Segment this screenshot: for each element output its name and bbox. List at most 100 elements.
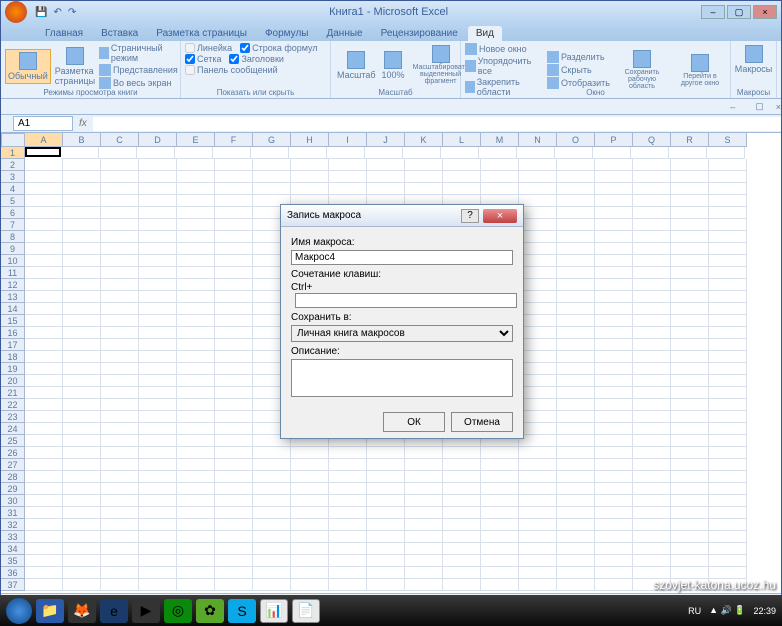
cell[interactable] <box>25 435 63 447</box>
row-header[interactable]: 24 <box>1 423 25 435</box>
cell[interactable] <box>139 279 177 291</box>
cell[interactable] <box>63 183 101 195</box>
cell[interactable] <box>25 471 63 483</box>
cell[interactable] <box>671 279 709 291</box>
cell[interactable] <box>633 399 671 411</box>
cell[interactable] <box>215 279 253 291</box>
cell[interactable] <box>101 531 139 543</box>
row-header[interactable]: 4 <box>1 183 25 195</box>
cell[interactable] <box>405 459 443 471</box>
cell[interactable] <box>595 459 633 471</box>
cell[interactable] <box>671 255 709 267</box>
cell[interactable] <box>671 435 709 447</box>
cell[interactable] <box>25 255 63 267</box>
cell[interactable] <box>709 315 747 327</box>
cell[interactable] <box>101 399 139 411</box>
cell[interactable] <box>709 495 747 507</box>
cell[interactable] <box>101 207 139 219</box>
tab-0[interactable]: Главная <box>37 26 91 41</box>
cell[interactable] <box>63 267 101 279</box>
cell[interactable] <box>595 483 633 495</box>
cell[interactable] <box>519 543 557 555</box>
cell[interactable] <box>25 459 63 471</box>
cell[interactable] <box>709 303 747 315</box>
cell[interactable] <box>139 327 177 339</box>
cell[interactable] <box>253 531 291 543</box>
cell[interactable] <box>671 423 709 435</box>
cell[interactable] <box>519 339 557 351</box>
cell[interactable] <box>633 423 671 435</box>
cell[interactable] <box>669 147 707 159</box>
cell[interactable] <box>329 567 367 579</box>
cell[interactable] <box>101 219 139 231</box>
cell[interactable] <box>215 291 253 303</box>
cell[interactable] <box>139 207 177 219</box>
cell[interactable] <box>177 195 215 207</box>
cell[interactable] <box>139 435 177 447</box>
cell[interactable] <box>405 495 443 507</box>
cell[interactable] <box>215 315 253 327</box>
row-header[interactable]: 36 <box>1 567 25 579</box>
cell[interactable] <box>481 171 519 183</box>
cell[interactable] <box>215 423 253 435</box>
cell[interactable] <box>215 159 253 171</box>
cell[interactable] <box>329 531 367 543</box>
cell[interactable] <box>709 375 747 387</box>
cell[interactable] <box>101 423 139 435</box>
cell[interactable] <box>595 291 633 303</box>
cell[interactable] <box>63 435 101 447</box>
cell[interactable] <box>177 555 215 567</box>
cell[interactable] <box>177 267 215 279</box>
col-header[interactable]: R <box>671 133 709 147</box>
cell[interactable] <box>215 255 253 267</box>
cell[interactable] <box>671 495 709 507</box>
cell[interactable] <box>709 279 747 291</box>
cell[interactable] <box>177 567 215 579</box>
cell[interactable] <box>215 507 253 519</box>
cell[interactable] <box>177 255 215 267</box>
row-header[interactable]: 8 <box>1 231 25 243</box>
cell[interactable] <box>367 159 405 171</box>
cell[interactable] <box>253 519 291 531</box>
cell[interactable] <box>139 171 177 183</box>
tb-word-icon[interactable]: 📄 <box>292 599 320 623</box>
cell[interactable] <box>63 243 101 255</box>
cell[interactable] <box>481 483 519 495</box>
zoom-100-button[interactable]: 100% <box>380 49 407 82</box>
start-button[interactable] <box>6 598 32 624</box>
cell[interactable] <box>709 339 747 351</box>
row-header[interactable]: 23 <box>1 411 25 423</box>
cell[interactable] <box>595 159 633 171</box>
tab-2[interactable]: Разметка страницы <box>148 26 255 41</box>
cell[interactable] <box>215 207 253 219</box>
cell[interactable] <box>481 579 519 591</box>
cell[interactable] <box>671 519 709 531</box>
cell[interactable] <box>213 147 251 159</box>
cell[interactable] <box>557 423 595 435</box>
cell[interactable] <box>139 351 177 363</box>
cell[interactable] <box>63 579 101 591</box>
cell[interactable] <box>139 243 177 255</box>
cell[interactable] <box>595 507 633 519</box>
cell[interactable] <box>671 351 709 363</box>
row-header[interactable]: 18 <box>1 351 25 363</box>
cell[interactable] <box>557 159 595 171</box>
cell[interactable] <box>481 543 519 555</box>
cell[interactable] <box>481 531 519 543</box>
cell[interactable] <box>595 519 633 531</box>
cell[interactable] <box>177 435 215 447</box>
cell[interactable] <box>101 435 139 447</box>
cell[interactable] <box>291 447 329 459</box>
cell[interactable] <box>63 459 101 471</box>
cell[interactable] <box>519 327 557 339</box>
cell[interactable] <box>709 447 747 459</box>
cell[interactable] <box>709 351 747 363</box>
cell[interactable] <box>253 543 291 555</box>
cell[interactable] <box>557 447 595 459</box>
row-header[interactable]: 31 <box>1 507 25 519</box>
cell[interactable] <box>633 339 671 351</box>
cell[interactable] <box>25 171 63 183</box>
cell[interactable] <box>367 459 405 471</box>
cell[interactable] <box>177 519 215 531</box>
cell[interactable] <box>291 507 329 519</box>
